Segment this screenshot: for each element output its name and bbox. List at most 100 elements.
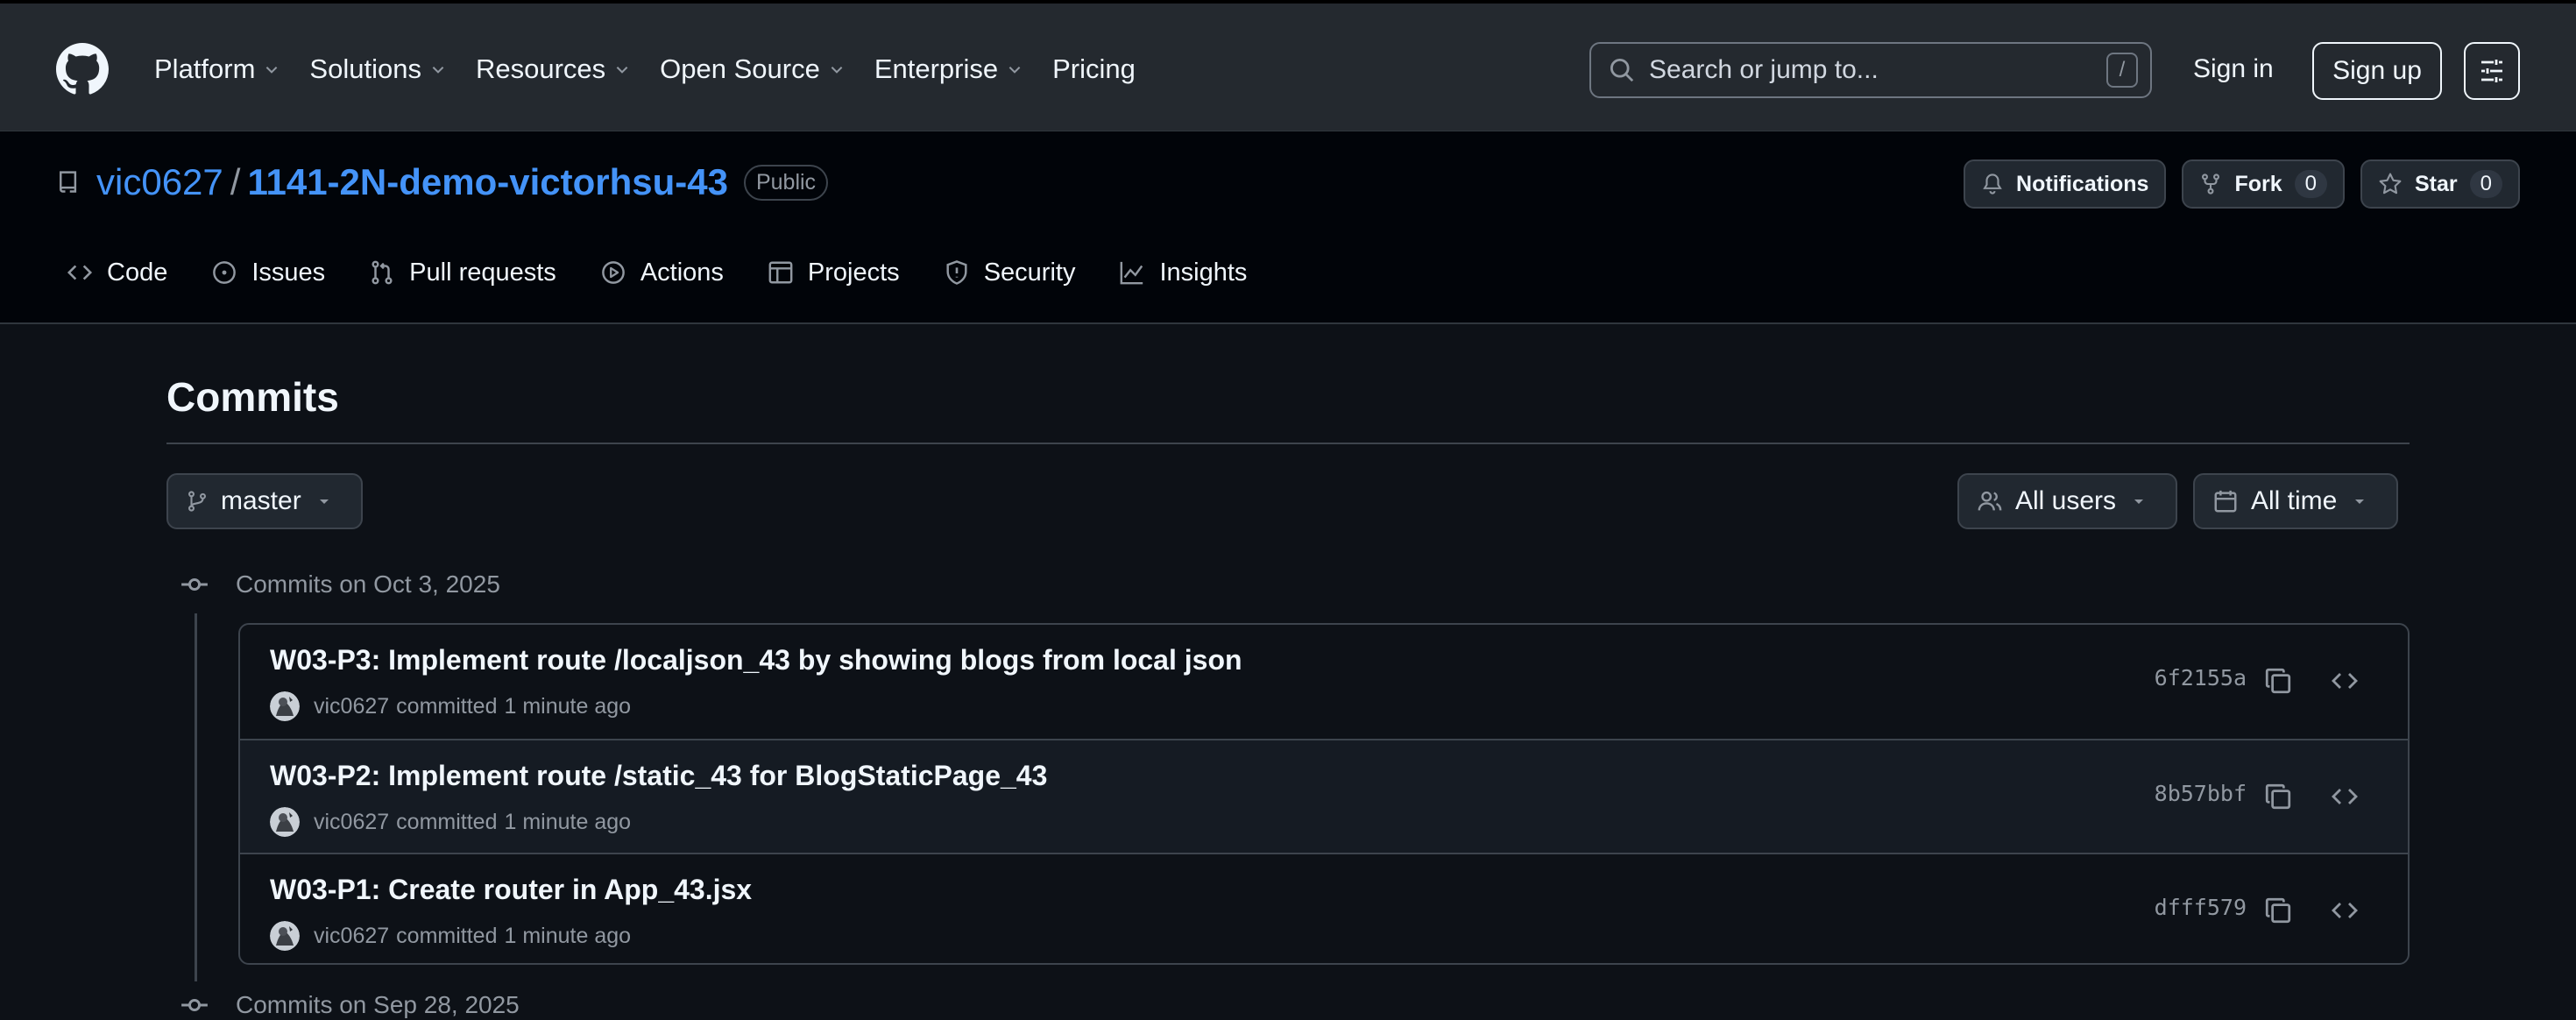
tab-code-label: Code [107, 258, 168, 287]
repo-actions: Notifications Fork 0 Star 0 [1964, 159, 2520, 209]
people-icon [1977, 488, 2003, 514]
star-icon [2378, 172, 2403, 196]
sign-in-link[interactable]: Sign in [2193, 54, 2274, 84]
tab-code[interactable]: Code [67, 259, 167, 287]
notifications-button[interactable]: Notifications [1964, 159, 2167, 209]
time-filter-label: All time [2251, 486, 2338, 515]
search-placeholder: Search or jump to... [1649, 55, 1879, 84]
nav-platform-label: Platform [154, 53, 256, 84]
fork-icon [2199, 173, 2222, 195]
copy-icon[interactable] [2261, 779, 2296, 814]
tab-issues-label: Issues [251, 258, 326, 287]
repo-header: vic0627 / 1141-2N-demo-victorhsu-43 Publ… [0, 131, 2576, 324]
tab-insights[interactable]: Insights [1119, 259, 1247, 287]
commit-group-heading: Commits on Oct 3, 2025 [180, 570, 500, 599]
commit-verb: committed [396, 809, 498, 834]
commit-message-link[interactable]: W03-P1: Create router in App_43.jsx [270, 874, 752, 906]
nav-pricing[interactable]: Pricing [1052, 53, 1136, 85]
nav-resources[interactable]: Resources [476, 53, 630, 85]
tab-insights-label: Insights [1159, 258, 1248, 287]
fork-label: Fork [2234, 171, 2282, 196]
play-circle-icon [600, 259, 626, 286]
star-label: Star [2415, 171, 2458, 196]
commit-sha-link[interactable]: dfff579 [2155, 895, 2247, 920]
browse-code-icon[interactable] [2327, 893, 2362, 928]
search-icon [1609, 57, 1635, 83]
browse-code-icon[interactable] [2327, 663, 2362, 698]
commit-time: 1 minute ago [504, 693, 632, 719]
copy-icon[interactable] [2261, 893, 2296, 928]
tab-actions[interactable]: Actions [600, 259, 724, 287]
repo-title: vic0627 / 1141-2N-demo-victorhsu-43 Publ… [56, 161, 829, 203]
caret-down-icon [2132, 494, 2146, 508]
notifications-label: Notifications [2016, 171, 2149, 196]
commit-time: 1 minute ago [504, 923, 632, 948]
repo-path-separator: / [230, 161, 241, 202]
tab-pull-requests[interactable]: Pull requests [369, 259, 556, 287]
star-button[interactable]: Star 0 [2360, 159, 2520, 209]
commit-message-link[interactable]: W03-P3: Implement route /localjson_43 by… [270, 644, 1242, 676]
nav-solutions[interactable]: Solutions [309, 53, 446, 85]
timeline-line [195, 613, 197, 981]
repo-tabs: Code Issues Pull requests Actions Projec… [67, 242, 1291, 303]
search-input[interactable]: Search or jump to... / [1589, 42, 2152, 98]
commit-row: W03-P2: Implement route /static_43 for B… [240, 739, 2408, 853]
issue-icon [211, 259, 237, 286]
code-icon [67, 259, 93, 286]
search-shortcut-key: / [2106, 53, 2138, 88]
bell-icon [1981, 173, 2004, 195]
commit-sha-link[interactable]: 6f2155a [2155, 665, 2247, 691]
commit-author-link[interactable]: vic0627 [314, 810, 389, 835]
nav-resources-label: Resources [475, 53, 606, 84]
chevron-down-icon [1007, 61, 1023, 77]
github-logo-icon[interactable] [56, 43, 109, 96]
commit-verb: committed [396, 923, 498, 948]
commit-time: 1 minute ago [504, 809, 632, 834]
nav-pricing-label: Pricing [1052, 53, 1136, 84]
copy-icon[interactable] [2261, 663, 2296, 698]
star-count: 0 [2469, 170, 2502, 198]
nav-open-source[interactable]: Open Source [660, 53, 845, 85]
global-header: Platform Solutions Resources Open Source… [0, 0, 2576, 131]
repo-name-link[interactable]: 1141-2N-demo-victorhsu-43 [247, 161, 728, 203]
chevron-down-icon [829, 61, 845, 77]
tab-security-label: Security [983, 258, 1076, 287]
repo-icon [56, 168, 81, 196]
nav-enterprise[interactable]: Enterprise [874, 53, 1023, 85]
nav-open-source-label: Open Source [660, 53, 820, 84]
graph-icon [1119, 259, 1145, 286]
commit-meta: vic0627 committed 1 minute ago [270, 807, 631, 837]
commit-author-link[interactable]: vic0627 [314, 694, 389, 719]
caret-down-icon [317, 494, 331, 508]
global-nav: Platform Solutions Resources Open Source… [154, 4, 1165, 135]
branch-select-button[interactable]: master [166, 473, 363, 529]
fork-button[interactable]: Fork 0 [2182, 159, 2345, 209]
pull-request-icon [369, 259, 395, 286]
browse-code-icon[interactable] [2327, 779, 2362, 814]
commit-list: W03-P3: Implement route /localjson_43 by… [238, 623, 2410, 965]
users-filter-label: All users [2015, 486, 2117, 515]
chevron-down-icon [614, 61, 630, 77]
calendar-icon [2212, 488, 2239, 514]
tab-security[interactable]: Security [944, 258, 1076, 287]
tab-issues[interactable]: Issues [211, 259, 325, 287]
tab-projects[interactable]: Projects [768, 259, 900, 287]
time-filter-button[interactable]: All time [2193, 473, 2399, 529]
commit-verb: committed [396, 693, 498, 719]
avatar[interactable] [270, 691, 300, 721]
commit-meta: vic0627 committed 1 minute ago [270, 691, 631, 721]
users-filter-button[interactable]: All users [1957, 473, 2178, 529]
sign-up-button[interactable]: Sign up [2312, 42, 2442, 100]
commit-row: W03-P3: Implement route /localjson_43 by… [240, 625, 2408, 739]
git-commit-icon [180, 990, 209, 1020]
repo-owner-link[interactable]: vic0627 [96, 161, 223, 203]
commit-author-link[interactable]: vic0627 [314, 924, 389, 949]
table-icon [768, 259, 794, 286]
avatar[interactable] [270, 921, 300, 951]
settings-sliders-button[interactable] [2464, 42, 2520, 100]
chevron-down-icon [264, 61, 280, 77]
commit-message-link[interactable]: W03-P2: Implement route /static_43 for B… [270, 760, 1047, 792]
nav-platform[interactable]: Platform [154, 53, 280, 85]
commit-sha-link[interactable]: 8b57bbf [2155, 781, 2247, 806]
avatar[interactable] [270, 807, 300, 837]
